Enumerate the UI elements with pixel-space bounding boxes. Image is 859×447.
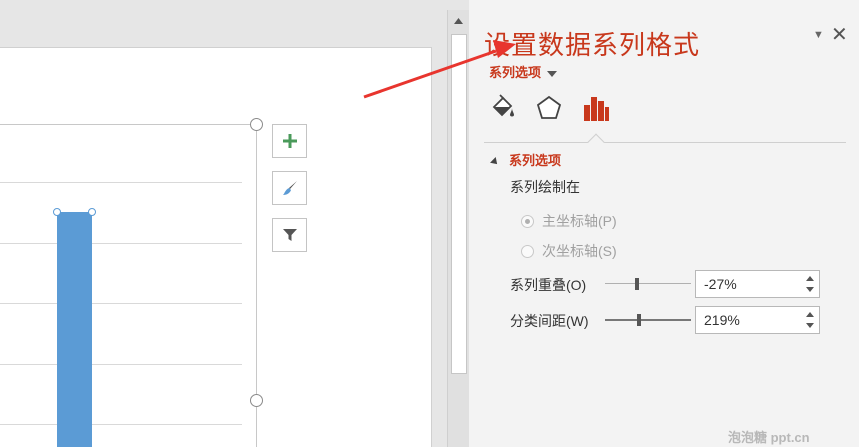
spin-up-icon[interactable] (805, 310, 815, 319)
gap-width-spinner[interactable]: 219% (695, 306, 820, 334)
chart-styles-icon (282, 181, 297, 195)
fill-line-icon (492, 94, 514, 117)
series-overlap-value[interactable]: -27% (704, 276, 737, 292)
chart-frame[interactable] (0, 124, 257, 447)
pane-options-icon[interactable]: ▼ (813, 29, 824, 41)
primary-axis-radio[interactable] (521, 214, 534, 228)
scroll-thumb[interactable] (451, 34, 467, 374)
series-overlap-slider[interactable] (605, 283, 691, 284)
gridline (0, 303, 242, 304)
gap-width-slider[interactable] (605, 319, 691, 321)
gap-width-value[interactable]: 219% (704, 312, 740, 328)
series-overlap-spinner[interactable]: -27% (695, 270, 820, 298)
series-options-icon (584, 97, 609, 121)
gap-width-label: 分类间距(W) (510, 313, 589, 329)
tab-effects[interactable] (533, 92, 565, 124)
secondary-axis-radio[interactable] (521, 244, 534, 258)
section-series-options[interactable]: 系列选项 (490, 150, 562, 169)
tab-indicator (587, 133, 605, 151)
chart-styles-button[interactable] (272, 171, 307, 205)
gridline (0, 364, 242, 365)
gridline (0, 182, 242, 183)
primary-axis-label: 主坐标轴(P) (542, 213, 617, 229)
tab-series-options[interactable] (580, 92, 612, 124)
watermark: 泡泡糖 ppt.cn (728, 430, 810, 445)
chevron-down-icon (547, 70, 558, 77)
format-data-series-pane: 设置数据系列格式 ▼ ✕ 系列选项 系列选项 系列绘制在 主坐标轴(P) 次坐标… (469, 0, 859, 447)
gap-width-slider-thumb[interactable] (637, 314, 642, 326)
close-icon[interactable]: ✕ (831, 22, 848, 47)
slide-canvas (0, 0, 447, 447)
chart-resize-handle[interactable] (250, 118, 263, 131)
series-overlap-slider-thumb[interactable] (634, 278, 639, 290)
section-header-label: 系列选项 (509, 153, 562, 168)
scroll-up-icon (454, 18, 463, 24)
bar-selection-handle[interactable] (53, 208, 61, 216)
chart-filters-button[interactable] (272, 218, 307, 252)
series-overlap-label: 系列重叠(O) (510, 277, 587, 293)
chart-resize-handle[interactable] (250, 394, 263, 407)
series-options-dropdown[interactable]: 系列选项 (489, 62, 558, 81)
primary-axis-radio-row[interactable]: 主坐标轴(P) (521, 211, 617, 231)
data-bar[interactable] (57, 212, 92, 447)
spin-down-icon[interactable] (805, 321, 815, 330)
chart-elements-button[interactable] (272, 124, 307, 158)
spin-down-icon[interactable] (805, 285, 815, 294)
effects-icon (536, 95, 562, 119)
series-options-dropdown-label: 系列选项 (489, 65, 542, 80)
secondary-axis-radio-row[interactable]: 次坐标轴(S) (521, 241, 617, 261)
secondary-axis-label: 次坐标轴(S) (542, 243, 617, 259)
bar-selection-handle[interactable] (88, 208, 96, 216)
chart-elements-icon (282, 134, 297, 148)
gridline (0, 424, 242, 425)
collapse-triangle-icon (490, 156, 500, 167)
tab-fill-line[interactable] (487, 92, 519, 124)
tab-divider (484, 142, 846, 143)
vertical-scrollbar[interactable] (447, 10, 469, 447)
chart-filters-icon (282, 229, 297, 241)
pane-title: 设置数据系列格式 (484, 30, 701, 60)
spin-up-icon[interactable] (805, 274, 815, 283)
scroll-up-button[interactable] (451, 14, 466, 28)
plot-series-on-label: 系列绘制在 (510, 179, 580, 195)
gridline (0, 243, 242, 244)
